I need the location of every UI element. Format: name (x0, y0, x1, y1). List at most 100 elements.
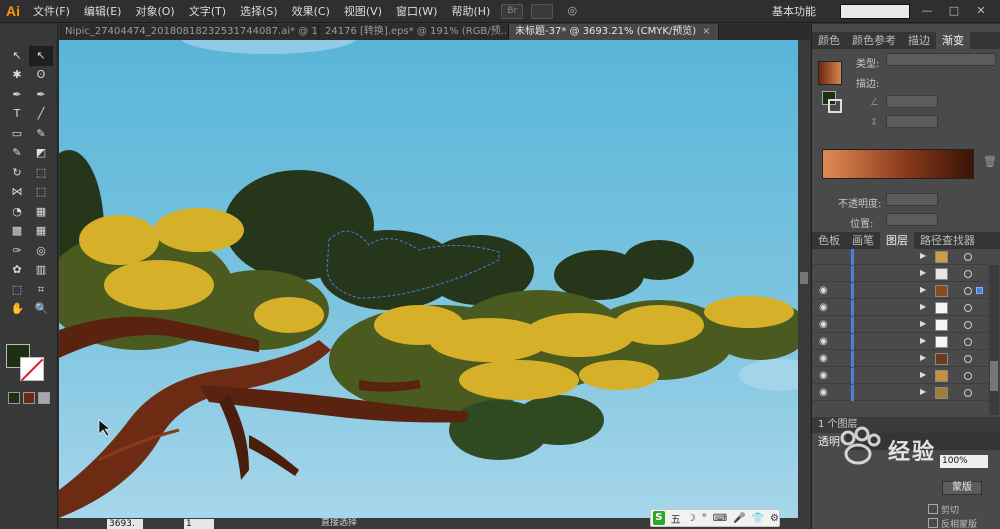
gradient-preview-swatch[interactable] (818, 61, 842, 85)
gradient-type-select[interactable] (886, 53, 996, 66)
curvature-tool[interactable]: ✒ (29, 85, 53, 105)
document-tab[interactable]: 24176 [转换].eps* @ 191% (RGB/预... (319, 24, 509, 40)
tab-layers[interactable]: 图层 (880, 232, 914, 249)
tab-brushes[interactable]: 画笔 (846, 232, 880, 249)
layers-scrollbar[interactable] (989, 265, 999, 415)
layer-row[interactable]: ◉ ▶ (812, 368, 989, 384)
ime-microphone-icon[interactable]: 🎤 (733, 513, 745, 524)
line-tool[interactable]: ╱ (29, 105, 53, 125)
expand-triangle-icon[interactable]: ▶ (920, 387, 926, 396)
ime-mode[interactable]: 五 (671, 511, 681, 526)
visibility-eye-icon[interactable]: ◉ (819, 387, 831, 398)
menu-item-view[interactable]: 视图(V) (337, 0, 389, 23)
perspective-tool[interactable]: ▦ (29, 202, 53, 222)
expand-triangle-icon[interactable]: ▶ (920, 268, 926, 277)
visibility-eye-icon[interactable]: ◉ (819, 353, 831, 364)
artboard-navigation-field[interactable]: 1 (184, 519, 214, 529)
pen-tool[interactable]: ✒ (5, 85, 29, 105)
menu-item-help[interactable]: 帮助(H) (444, 0, 497, 23)
tab-color-guide[interactable]: 颜色参考 (846, 32, 902, 49)
stop-opacity-field[interactable] (886, 193, 938, 206)
delete-stop-icon[interactable]: 🗑 (983, 155, 997, 168)
artboard-tool[interactable]: ⬚ (5, 280, 29, 300)
ime-settings-icon[interactable]: ⚙ (770, 513, 779, 524)
tab-swatches[interactable]: 色板 (812, 232, 846, 249)
visibility-eye-icon[interactable]: ◉ (819, 319, 831, 330)
ime-punctuation-icon[interactable]: ° (702, 513, 707, 524)
menu-item-type[interactable]: 文字(T) (182, 0, 233, 23)
workspace-switcher[interactable]: 基本功能 (772, 0, 816, 23)
tab-color[interactable]: 颜色 (812, 32, 846, 49)
zoom-level-field[interactable]: 3693. 2 (107, 519, 143, 529)
stop-location-field[interactable] (886, 213, 938, 226)
mesh-tool[interactable]: ▩ (5, 222, 29, 242)
target-circle-icon[interactable] (964, 304, 972, 312)
layer-row[interactable]: ◉ ▶ (812, 351, 989, 367)
free-transform-tool[interactable]: ⬚ (29, 183, 53, 203)
column-graph-tool[interactable]: ▥ (29, 261, 53, 281)
layer-row[interactable]: ▶ (812, 266, 989, 282)
search-input[interactable] (840, 4, 910, 19)
slice-tool[interactable]: ⌗ (29, 280, 53, 300)
close-button[interactable]: ✕ (973, 4, 989, 18)
target-circle-icon[interactable] (964, 338, 972, 346)
layer-row[interactable]: ◉ ▶ (812, 334, 989, 350)
menu-item-file[interactable]: 文件(F) (26, 0, 77, 23)
menu-item-effect[interactable]: 效果(C) (285, 0, 337, 23)
symbol-sprayer-tool[interactable]: ✿ (5, 261, 29, 281)
expand-triangle-icon[interactable]: ▶ (920, 302, 926, 311)
paintbrush-tool[interactable]: ✎ (29, 124, 53, 144)
scrollbar-thumb[interactable] (990, 361, 998, 391)
lasso-tool[interactable]: ʘ (29, 66, 53, 86)
eyedropper-tool[interactable]: ✑ (5, 241, 29, 261)
type-tool[interactable]: T (5, 105, 29, 125)
vertical-scrollbar[interactable] (798, 40, 810, 518)
target-circle-icon[interactable] (964, 253, 972, 261)
gradient-slider-bar[interactable] (822, 149, 974, 179)
menu-item-edit[interactable]: 编辑(E) (77, 0, 129, 23)
menu-item-select[interactable]: 选择(S) (233, 0, 285, 23)
visibility-eye-icon[interactable]: ◉ (819, 336, 831, 347)
layer-row[interactable]: ◉ ▶ (812, 300, 989, 316)
visibility-eye-icon[interactable]: ◉ (819, 285, 831, 296)
clip-checkbox[interactable]: 剪切 (928, 503, 959, 516)
close-tab-icon[interactable]: × (702, 24, 710, 40)
eraser-tool[interactable]: ◩ (29, 144, 53, 164)
ime-toolbar[interactable]: S 五 ☽ ° ⌨ 🎤 👕 ⚙ (650, 509, 780, 527)
tab-pathfinder[interactable]: 路径查找器 (914, 232, 981, 249)
layer-row[interactable]: ▶ (812, 249, 989, 265)
tab-gradient[interactable]: 渐变 (936, 32, 970, 49)
ime-skin-icon[interactable]: 👕 (752, 513, 764, 524)
target-circle-icon[interactable] (964, 287, 972, 295)
layer-row[interactable]: ◉ ▶ (812, 385, 989, 401)
target-circle-icon[interactable] (964, 270, 972, 278)
layer-row[interactable]: ◉ ▶ (812, 283, 989, 299)
target-circle-icon[interactable] (964, 321, 972, 329)
stroke-indicator-swatch[interactable] (828, 99, 842, 113)
gradient-tool[interactable]: ▦ (29, 222, 53, 242)
rectangle-tool[interactable]: ▭ (5, 124, 29, 144)
document-tab-active[interactable]: 未标题-37* @ 3693.21% (CMYK/预览) × (509, 24, 719, 40)
direct-selection-tool[interactable]: ↖ (29, 46, 53, 66)
minimize-button[interactable]: — (919, 4, 935, 18)
expand-triangle-icon[interactable]: ▶ (920, 336, 926, 345)
scrollbar-thumb[interactable] (800, 272, 808, 284)
angle-field[interactable] (886, 95, 938, 108)
expand-triangle-icon[interactable]: ▶ (920, 353, 926, 362)
aspect-ratio-field[interactable] (886, 115, 938, 128)
expand-triangle-icon[interactable]: ▶ (920, 370, 926, 379)
blend-tool[interactable]: ◎ (29, 241, 53, 261)
selection-tool[interactable]: ↖ (5, 46, 29, 66)
stroke-color-swatch[interactable] (20, 357, 44, 381)
artboard-canvas[interactable] (59, 40, 798, 518)
expand-triangle-icon[interactable]: ▶ (920, 285, 926, 294)
expand-triangle-icon[interactable]: ▶ (920, 319, 926, 328)
gpu-performance-icon[interactable]: ◎ (561, 4, 583, 19)
visibility-eye-icon[interactable]: ◉ (819, 302, 831, 313)
ime-moon-icon[interactable]: ☽ (687, 513, 696, 524)
expand-triangle-icon[interactable]: ▶ (920, 251, 926, 260)
restore-button[interactable]: □ (946, 4, 962, 18)
menu-item-object[interactable]: 对象(O) (128, 0, 181, 23)
invert-mask-checkbox[interactable]: 反相蒙版 (928, 517, 977, 529)
make-mask-button[interactable]: 蒙版 (942, 481, 982, 495)
